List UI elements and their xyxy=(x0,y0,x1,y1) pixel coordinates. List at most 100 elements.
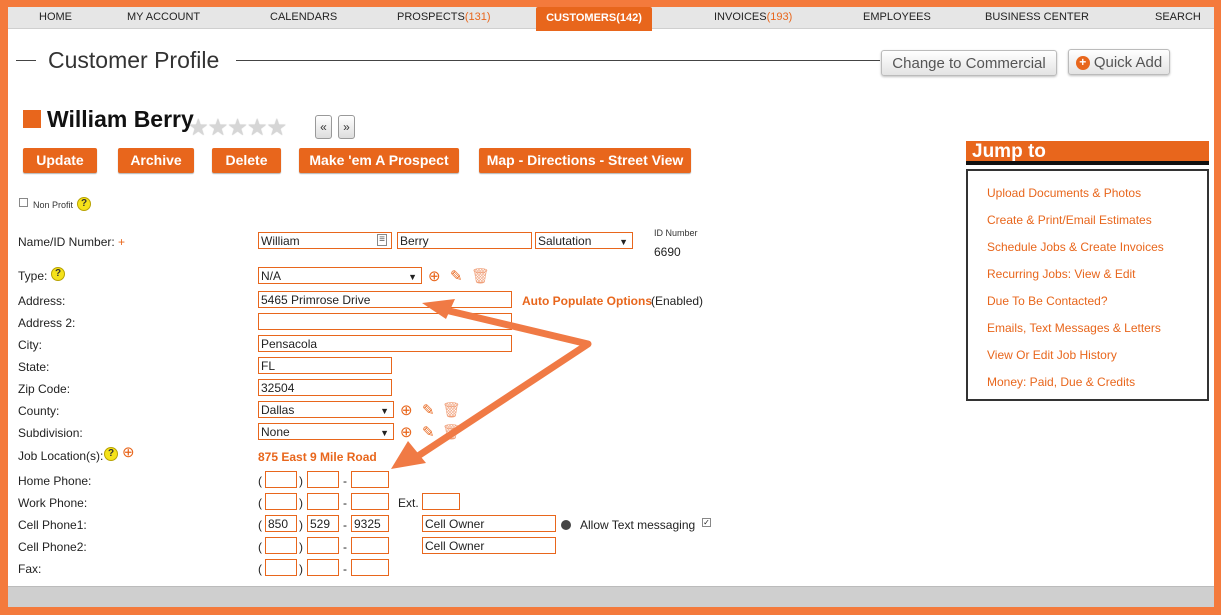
job-location-help-icon[interactable]: ? xyxy=(104,447,118,461)
cell2-owner-input[interactable]: Cell Owner xyxy=(422,537,556,554)
nav-business-center[interactable]: BUSINESS CENTER xyxy=(985,11,1089,23)
jump-money[interactable]: Money: Paid, Due & Credits xyxy=(987,375,1135,389)
cell2-area-input[interactable] xyxy=(265,537,297,554)
edit-subdivision-icon[interactable]: ✎ xyxy=(422,425,435,440)
jump-due-contacted[interactable]: Due To Be Contacted? xyxy=(987,294,1108,308)
horizontal-scrollbar[interactable] xyxy=(8,586,1214,607)
delete-county-icon[interactable]: 🗑 xyxy=(442,403,461,418)
home-phone-area-input[interactable] xyxy=(265,471,297,488)
nav-calendars[interactable]: CALENDARS xyxy=(270,11,337,23)
nav-employees[interactable]: EMPLOYEES xyxy=(863,11,931,23)
fax-prefix-input[interactable] xyxy=(307,559,339,576)
jump-emails-texts[interactable]: Emails, Text Messages & Letters xyxy=(987,321,1161,335)
delete-button[interactable]: Delete xyxy=(212,148,281,173)
carrier-icon[interactable] xyxy=(561,520,571,530)
nav-home[interactable]: HOME xyxy=(39,11,72,23)
last-name-input[interactable]: Berry xyxy=(397,232,532,249)
non-profit-checkbox[interactable] xyxy=(19,198,28,207)
work-phone-ext-input[interactable] xyxy=(422,493,460,510)
type-select[interactable]: N/A ▼ xyxy=(258,267,422,284)
nav-invoices-count: (193) xyxy=(766,11,793,23)
title-rule-left xyxy=(16,60,36,61)
type-label: Type: xyxy=(18,269,48,283)
title-rule-right xyxy=(236,60,880,61)
fax-area-input[interactable] xyxy=(265,559,297,576)
rating-stars[interactable]: ★★★★★ xyxy=(188,114,287,141)
help-icon[interactable]: ? xyxy=(77,197,91,211)
delete-subdivision-icon[interactable]: 🗑 xyxy=(442,425,461,440)
name-id-label: Name/ID Number: + xyxy=(18,235,125,249)
home-phone-prefix-input[interactable] xyxy=(307,471,339,488)
work-phone-dash: - xyxy=(343,496,347,510)
top-nav: HOME MY ACCOUNT CALENDARS PROSPECTS(131)… xyxy=(8,7,1214,31)
type-value: N/A xyxy=(261,269,282,283)
auto-populate-link[interactable]: Auto Populate Options xyxy=(522,294,652,308)
map-directions-button[interactable]: Map - Directions - Street View xyxy=(479,148,691,173)
cell1-line-input[interactable]: 9325 xyxy=(351,515,389,532)
address-input[interactable]: 5465 Primrose Drive xyxy=(258,291,512,308)
add-job-location-icon[interactable]: ⊕ xyxy=(122,445,135,460)
quick-add-button[interactable]: + Quick Add xyxy=(1068,49,1170,75)
add-name-icon[interactable]: + xyxy=(118,235,125,249)
ext-label: Ext. xyxy=(398,496,419,510)
jump-schedule-jobs[interactable]: Schedule Jobs & Create Invoices xyxy=(987,240,1164,254)
fax-line-input[interactable] xyxy=(351,559,389,576)
make-prospect-button[interactable]: Make 'em A Prospect xyxy=(299,148,459,173)
cell2-paren-close: ) xyxy=(299,540,303,554)
add-type-icon[interactable]: ⊕ xyxy=(428,269,441,284)
cell1-prefix-input[interactable]: 529 xyxy=(307,515,339,532)
change-to-commercial-button[interactable]: Change to Commercial xyxy=(881,50,1057,76)
nav-search[interactable]: SEARCH xyxy=(1155,11,1201,23)
work-phone-line-input[interactable] xyxy=(351,493,389,510)
first-name-input[interactable]: William ≡ xyxy=(258,232,392,249)
job-location-link[interactable]: 875 East 9 Mile Road xyxy=(258,450,377,464)
subdivision-select[interactable]: None ▼ xyxy=(258,423,394,440)
address2-label: Address 2: xyxy=(18,316,76,330)
type-help-icon[interactable]: ? xyxy=(51,267,65,281)
work-phone-prefix-input[interactable] xyxy=(307,493,339,510)
nav-invoices[interactable]: INVOICES(193) xyxy=(714,11,792,23)
nav-my-account[interactable]: MY ACCOUNT xyxy=(127,11,200,23)
cell1-owner-input[interactable]: Cell Owner xyxy=(422,515,556,532)
work-phone-area-input[interactable] xyxy=(265,493,297,510)
add-subdivision-icon[interactable]: ⊕ xyxy=(400,425,413,440)
edit-county-icon[interactable]: ✎ xyxy=(422,403,435,418)
state-input[interactable]: FL xyxy=(258,357,392,374)
jump-recurring-jobs[interactable]: Recurring Jobs: View & Edit xyxy=(987,267,1136,281)
cell2-prefix-input[interactable] xyxy=(307,537,339,554)
address2-input[interactable] xyxy=(258,313,512,330)
home-phone-line-input[interactable] xyxy=(351,471,389,488)
id-number-label: ID Number xyxy=(654,228,698,238)
jump-estimates[interactable]: Create & Print/Email Estimates xyxy=(987,213,1152,227)
jump-to-panel: Upload Documents & Photos Create & Print… xyxy=(966,169,1209,401)
salutation-select[interactable]: Salutation ▼ xyxy=(535,232,633,249)
add-county-icon[interactable]: ⊕ xyxy=(400,403,413,418)
fax-paren-open: ( xyxy=(258,562,262,576)
jump-upload-documents[interactable]: Upload Documents & Photos xyxy=(987,186,1141,200)
delete-type-icon[interactable]: 🗑 xyxy=(471,269,490,284)
county-label: County: xyxy=(18,404,60,418)
zip-input[interactable]: 32504 xyxy=(258,379,392,396)
previous-customer-button[interactable]: « xyxy=(315,115,332,139)
customer-marker xyxy=(23,110,41,128)
contact-card-icon[interactable]: ≡ xyxy=(377,234,387,246)
cell2-line-input[interactable] xyxy=(351,537,389,554)
nav-customers[interactable]: CUSTOMERS(142) xyxy=(536,7,652,31)
nav-prospects-count: (131) xyxy=(464,11,491,23)
edit-type-icon[interactable]: ✎ xyxy=(450,269,463,284)
next-customer-button[interactable]: » xyxy=(338,115,355,139)
auto-populate-status: (Enabled) xyxy=(651,294,704,308)
cell1-area-input[interactable]: 850 xyxy=(265,515,297,532)
subdivision-value: None xyxy=(261,425,290,439)
allow-text-checkbox[interactable]: ✓ xyxy=(702,518,711,527)
county-select[interactable]: Dallas ▼ xyxy=(258,401,394,418)
archive-button[interactable]: Archive xyxy=(118,148,194,173)
cell-phone1-label: Cell Phone1: xyxy=(18,518,87,532)
id-number-value: 6690 xyxy=(654,245,681,259)
update-button[interactable]: Update xyxy=(23,148,97,173)
first-name-value: William xyxy=(261,234,300,248)
city-input[interactable]: Pensacola xyxy=(258,335,512,352)
jump-job-history[interactable]: View Or Edit Job History xyxy=(987,348,1117,362)
salutation-value: Salutation xyxy=(538,234,592,248)
nav-prospects[interactable]: PROSPECTS(131) xyxy=(397,11,491,23)
